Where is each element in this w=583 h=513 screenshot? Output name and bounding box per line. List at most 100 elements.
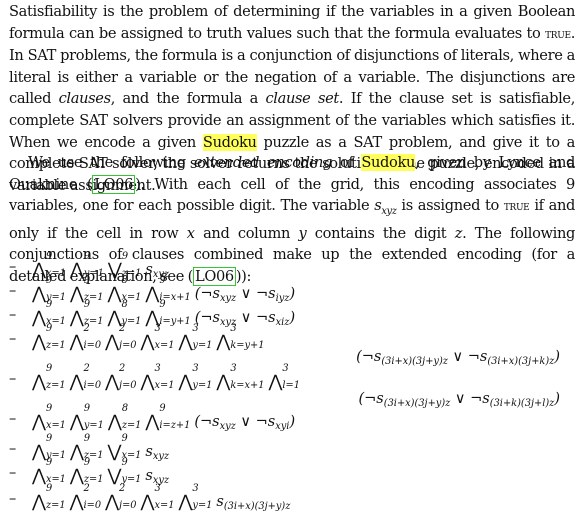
upper-limit: 9 (45, 457, 53, 468)
upper-limit: 2 (83, 483, 90, 494)
operator-limits: 3 x=1 (154, 363, 174, 391)
literal: (¬s (194, 414, 220, 430)
text-run: Satisfiability is the problem of determi… (9, 3, 575, 42)
upper-limit: 9 (83, 275, 91, 286)
lower-limit: y=1 (192, 500, 213, 511)
list-bullet: – (9, 411, 17, 427)
big-vee-operator: ⋁ (107, 442, 122, 462)
literal: ∨ ¬s (236, 286, 276, 302)
highlight-sudoku: Sudoku (202, 133, 257, 151)
operator-limits: 2 i=0 (84, 483, 102, 511)
lower-limit: j=0 (119, 340, 137, 351)
operator-limits: 9 i=z+1 (159, 403, 191, 431)
text-run: , and the formula a (110, 90, 266, 108)
upper-limit: 3 (154, 363, 161, 374)
big-wedge-operator: ⋀ (69, 284, 84, 304)
operator-limits: 3 y=1 (192, 363, 212, 391)
formula-expression: ⋀ 9 x=1 ⋀ 9 z=1 ⋁ 9 y=1 sxyz (32, 457, 169, 486)
big-wedge-operator: ⋀ (69, 308, 84, 328)
literal: s (145, 444, 153, 460)
upper-limit: 9 (45, 433, 53, 444)
big-wedge-operator: ⋀ (32, 412, 46, 432)
upper-limit: 3 (192, 323, 199, 334)
formula-line: – ⋀ 9 x=1 ⋀ 9 z=1 ⋁ 9 y=1 sxyz (9, 457, 575, 487)
upper-limit: 2 (83, 363, 90, 374)
operator-limits: 2 i=0 (84, 363, 102, 391)
lower-limit: i=0 (83, 340, 102, 351)
upper-limit: 3 (192, 363, 199, 374)
big-wedge-operator: ⋀ (145, 412, 160, 432)
upper-limit: 9 (83, 433, 91, 444)
upper-limit: 9 (83, 299, 91, 310)
lower-limit: i=z+1 (159, 420, 191, 431)
formula-continuation: (¬s(3i+x)(3j+y)z ∨ ¬s(3i+k)(3j+l)z) (359, 391, 561, 409)
upper-limit: 9 (121, 457, 128, 468)
big-wedge-operator: ⋀ (140, 492, 155, 512)
operator-limits: 9 x=1 (46, 403, 66, 431)
operator-limits: 8 z=1 (121, 403, 142, 431)
formula-expression: ⋀ 9 x=1 ⋀ 9 y=1 ⋁ 9 z=1 sxyz (32, 251, 169, 280)
big-wedge-operator: ⋀ (216, 332, 231, 352)
big-wedge-operator: ⋀ (268, 372, 283, 392)
big-wedge-operator: ⋀ (69, 442, 84, 462)
citation-link[interactable]: LO06 (92, 174, 136, 194)
lower-limit: y=1 (192, 340, 213, 351)
true-constant: true (545, 25, 571, 42)
upper-limit: 8 (121, 403, 129, 414)
upper-limit: 9 (159, 299, 166, 310)
operator-limits: 9 x=1 (45, 457, 66, 485)
big-wedge-operator: ⋀ (69, 332, 84, 352)
big-wedge-operator: ⋀ (32, 492, 46, 512)
big-wedge-operator: ⋀ (69, 466, 84, 486)
literal-subscript: (3i+x)(3j+k)z (487, 356, 555, 367)
upper-limit: 3 (282, 363, 289, 374)
operator-limits: 2 j=0 (119, 323, 137, 351)
big-wedge-operator: ⋀ (69, 492, 84, 512)
literal-subscript: xyi (275, 421, 290, 432)
paper-page: Satisfiability is the problem of determi… (0, 0, 583, 513)
formula-line: – ⋀ 9 z=1 ⋀ 2 i=0 ⋀ 2 j=0 ⋀ 3 x=1 ⋀ 3 y=1 ⋀ 3 k=x+1 ⋀ 3 l=1 (9, 363, 575, 393)
variable-x: x (186, 224, 195, 242)
formula-line: – ⋀ 9 z=1 ⋀ 2 i=0 ⋀ 2 j=0 ⋀ 3 x=1 ⋀ 3 y=1 s(3i+x)(3j+y)z (9, 483, 575, 513)
operator-limits: 9 y=1 (121, 457, 142, 485)
literal: (¬s (356, 349, 382, 365)
lower-limit: y=1 (121, 474, 142, 485)
formula-line: – ⋀ 9 x=1 ⋀ 9 y=1 ⋀ 8 z=1 ⋀ 9 i=z+1 (¬sxyz ∨ ¬sxyi) (9, 403, 575, 433)
lower-limit: x=1 (45, 474, 66, 485)
formula-expression: ⋀ 9 z=1 ⋀ 2 i=0 ⋀ 2 j=0 ⋀ 3 x=1 ⋀ 3 y=1 ⋀ 3 k=x+1 ⋀ 3 l=1 (32, 363, 304, 392)
big-wedge-operator: ⋀ (140, 332, 155, 352)
big-wedge-operator: ⋀ (105, 372, 120, 392)
formula-continuation: (¬s(3i+x)(3j+y)z ∨ ¬s(3i+x)(3j+k)z) (356, 349, 560, 367)
lower-limit: z=1 (45, 380, 66, 391)
operator-limits: 2 j=0 (119, 363, 137, 391)
big-wedge-operator: ⋀ (32, 284, 46, 304)
lower-limit: z=1 (45, 500, 66, 511)
operator-limits: 3 x=1 (154, 483, 174, 511)
lower-limit: z=1 (121, 420, 142, 431)
upper-limit: 9 (45, 363, 53, 374)
lower-limit: z=1 (83, 474, 104, 485)
upper-limit: 9 (45, 251, 53, 262)
upper-limit: 3 (230, 323, 237, 334)
lower-limit: y=1 (83, 420, 104, 431)
lower-limit: j=0 (119, 380, 137, 391)
big-wedge-operator: ⋀ (105, 492, 120, 512)
big-wedge-operator: ⋀ (32, 372, 46, 392)
big-wedge-operator: ⋀ (32, 466, 46, 486)
term-extended-encoding: extended encoding (193, 154, 333, 171)
big-wedge-operator: ⋀ (69, 260, 84, 280)
big-wedge-operator: ⋀ (107, 284, 122, 304)
lower-limit: x=1 (154, 340, 175, 351)
lower-limit: k=y+1 (230, 340, 265, 351)
list-bullet: – (9, 465, 17, 481)
upper-limit: 8 (121, 299, 128, 310)
big-wedge-operator: ⋀ (145, 284, 160, 304)
literal: s (145, 262, 153, 278)
literal-subscript: (3i+x)(3j+y)z (381, 356, 448, 367)
operator-limits: 3 y=1 (192, 483, 213, 511)
formula-line: – ⋀ 9 x=1 ⋀ 9 y=1 ⋁ 9 z=1 sxyz (9, 251, 575, 281)
lower-limit: j=0 (119, 500, 137, 511)
upper-limit: 3 (154, 483, 161, 494)
big-wedge-operator: ⋀ (69, 372, 84, 392)
upper-limit: 9 (45, 483, 53, 494)
